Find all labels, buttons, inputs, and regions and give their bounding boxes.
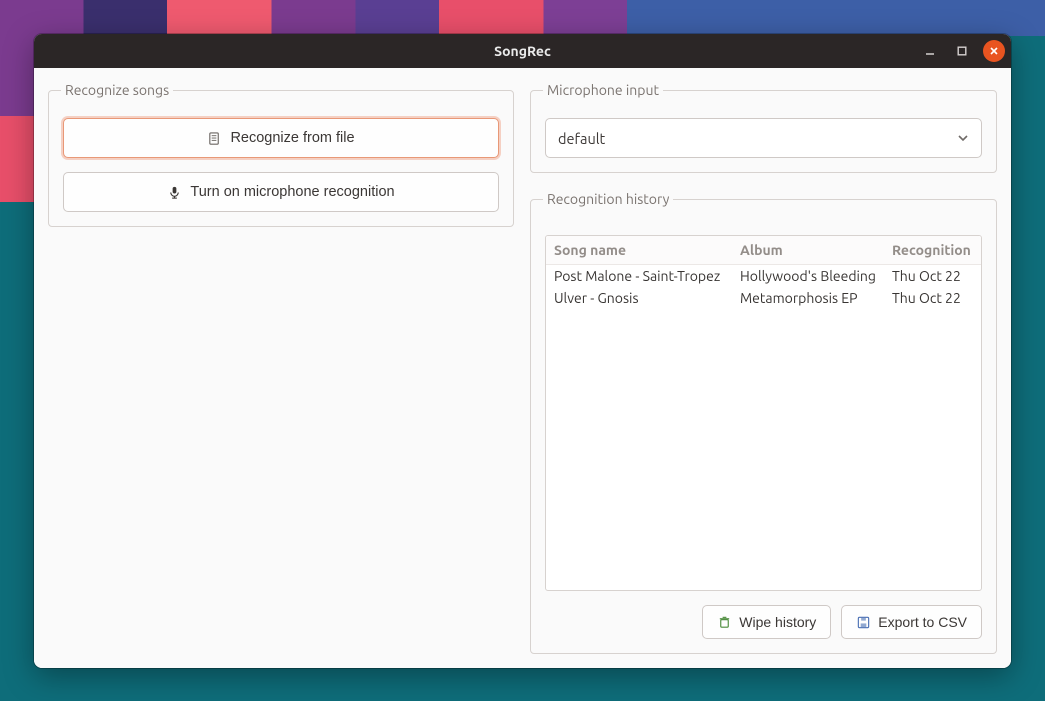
turn-on-mic-label: Turn on microphone recognition bbox=[190, 184, 394, 200]
cell-album: Metamorphosis EP bbox=[732, 287, 884, 309]
maximize-button[interactable] bbox=[951, 40, 973, 62]
trash-icon bbox=[717, 615, 732, 630]
minimize-icon bbox=[925, 46, 935, 56]
recognize-songs-legend: Recognize songs bbox=[61, 82, 173, 98]
cell-song: Post Malone - Saint-Tropez bbox=[546, 265, 732, 288]
recognition-history-legend: Recognition history bbox=[543, 191, 673, 207]
wipe-history-label: Wipe history bbox=[739, 614, 816, 630]
window-content: Recognize songs Recognize from file Turn… bbox=[34, 68, 1011, 668]
recognize-songs-group: Recognize songs Recognize from file Turn… bbox=[48, 82, 514, 227]
microphone-input-legend: Microphone input bbox=[543, 82, 663, 98]
microphone-input-selected: default bbox=[558, 130, 605, 147]
col-recognition-date[interactable]: Recognition bbox=[884, 236, 981, 265]
table-row[interactable]: Post Malone - Saint-Tropez Hollywood's B… bbox=[546, 265, 981, 288]
titlebar[interactable]: SongRec bbox=[34, 34, 1011, 68]
table-row[interactable]: Ulver - Gnosis Metamorphosis EP Thu Oct … bbox=[546, 287, 981, 309]
wipe-history-button[interactable]: Wipe history bbox=[702, 605, 831, 639]
recognition-history-group: Recognition history Song name Album Reco… bbox=[530, 191, 997, 654]
history-table: Song name Album Recognition Post Malone … bbox=[546, 236, 981, 309]
col-album[interactable]: Album bbox=[732, 236, 884, 265]
save-icon bbox=[856, 615, 871, 630]
window-controls bbox=[919, 34, 1005, 68]
microphone-icon bbox=[167, 185, 182, 200]
cell-date: Thu Oct 22 bbox=[884, 287, 981, 309]
app-window: SongRec Recognize songs bbox=[34, 34, 1011, 668]
col-song-name[interactable]: Song name bbox=[546, 236, 732, 265]
history-table-wrap[interactable]: Song name Album Recognition Post Malone … bbox=[545, 235, 982, 591]
minimize-button[interactable] bbox=[919, 40, 941, 62]
export-csv-label: Export to CSV bbox=[878, 614, 967, 630]
cell-song: Ulver - Gnosis bbox=[546, 287, 732, 309]
turn-on-mic-button[interactable]: Turn on microphone recognition bbox=[63, 172, 499, 212]
recognize-from-file-label: Recognize from file bbox=[230, 130, 354, 146]
maximize-icon bbox=[957, 46, 967, 56]
export-csv-button[interactable]: Export to CSV bbox=[841, 605, 982, 639]
microphone-input-select[interactable]: default bbox=[545, 118, 982, 158]
microphone-input-group: Microphone input default bbox=[530, 82, 997, 173]
history-table-body: Post Malone - Saint-Tropez Hollywood's B… bbox=[546, 265, 981, 310]
recognize-from-file-button[interactable]: Recognize from file bbox=[63, 118, 499, 158]
cell-album: Hollywood's Bleeding bbox=[732, 265, 884, 288]
window-title: SongRec bbox=[494, 43, 551, 59]
close-button[interactable] bbox=[983, 40, 1005, 62]
chevron-down-icon bbox=[957, 130, 969, 147]
file-icon bbox=[207, 131, 222, 146]
close-icon bbox=[989, 46, 999, 56]
cell-date: Thu Oct 22 bbox=[884, 265, 981, 288]
